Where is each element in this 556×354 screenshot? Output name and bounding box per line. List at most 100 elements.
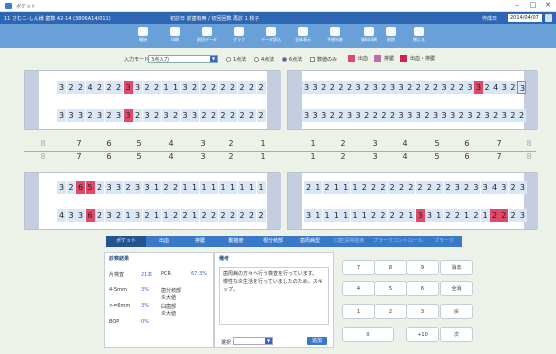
keypad-key-12[interactable]: 0 <box>342 327 394 342</box>
keypad-key-8[interactable]: 1 <box>342 304 375 319</box>
tab-2[interactable]: 排膿 <box>182 236 218 247</box>
radio-6pt[interactable]: 6点法 <box>282 56 302 63</box>
pocket-depth-cell[interactable]: 2 <box>387 209 397 222</box>
pocket-depth-cell[interactable]: 3 <box>142 109 152 122</box>
toolbar-button-4[interactable]: データ読込 <box>256 26 286 46</box>
toolbar-button-1[interactable]: 印刷 <box>160 26 190 46</box>
pocket-depth-cell[interactable]: 2 <box>180 209 190 222</box>
pocket-depth-cell[interactable]: 3 <box>190 109 199 122</box>
pocket-depth-cell[interactable]: 2 <box>247 209 256 222</box>
pocket-depth-cell[interactable]: 2 <box>397 209 406 222</box>
pocket-depth-cell[interactable]: 2 <box>228 109 237 122</box>
pocket-depth-cell[interactable]: 2 <box>171 181 180 194</box>
pocket-depth-cell[interactable]: 2 <box>490 209 499 222</box>
pocket-depth-cell[interactable]: 2 <box>378 209 388 222</box>
maximize-button[interactable]: □ <box>526 1 540 9</box>
pocket-depth-cell[interactable]: 2 <box>114 81 123 94</box>
pocket-depth-cell[interactable]: 2 <box>209 209 218 222</box>
pocket-depth-cell[interactable]: 2 <box>369 209 379 222</box>
pocket-depth-cell[interactable]: 3 <box>76 109 85 122</box>
pocket-depth-cell[interactable]: 2 <box>256 209 266 222</box>
pocket-depth-cell[interactable]: 1 <box>256 181 266 194</box>
pocket-depth-cell[interactable]: 3 <box>424 209 434 222</box>
pocket-depth-cell[interactable]: 2 <box>359 181 369 194</box>
pocket-depth-cell[interactable]: 2 <box>304 181 313 194</box>
pocket-depth-cell[interactable]: 1 <box>341 181 351 194</box>
keypad-key-2[interactable]: 9 <box>406 260 439 275</box>
pocket-depth-cell[interactable]: 3 <box>76 209 85 222</box>
toolbar-button-3[interactable]: グラフ <box>224 26 254 46</box>
pocket-depth-cell[interactable]: 1 <box>190 209 199 222</box>
pocket-depth-cell[interactable]: 2 <box>142 81 152 94</box>
preset-select[interactable]: ▼ <box>233 337 273 345</box>
pocket-depth-cell[interactable]: 3 <box>304 209 313 222</box>
pocket-depth-cell[interactable]: 2 <box>397 181 406 194</box>
keypad-key-1[interactable]: 8 <box>374 260 407 275</box>
pocket-depth-cell[interactable]: 3 <box>180 81 190 94</box>
add-note-button[interactable]: 追加 <box>307 337 327 345</box>
pocket-depth-cell[interactable]: 2 <box>247 81 256 94</box>
pocket-depth-cell[interactable]: 2 <box>517 109 526 122</box>
pocket-depth-cell[interactable]: 2 <box>406 181 416 194</box>
pocket-depth-cell[interactable]: 6 <box>76 181 85 194</box>
pocket-depth-cell[interactable]: 3 <box>161 109 171 122</box>
pocket-depth-cell[interactable]: 2 <box>171 209 180 222</box>
pocket-depth-cell[interactable]: 3 <box>123 81 133 94</box>
pocket-depth-cell[interactable]: 1 <box>331 181 341 194</box>
pocket-depth-cell[interactable]: 2 <box>95 209 104 222</box>
pocket-depth-cell[interactable]: 2 <box>114 209 123 222</box>
keypad-key-4[interactable]: 4 <box>342 281 375 296</box>
tab-4[interactable]: 根分岐部 <box>254 236 292 247</box>
pocket-depth-cell[interactable]: 2 <box>66 181 76 194</box>
pocket-depth-cell[interactable]: 2 <box>218 109 228 122</box>
pocket-depth-cell[interactable]: 2 <box>152 81 161 94</box>
calendar-icon[interactable] <box>545 14 552 22</box>
pocket-depth-cell[interactable]: 2 <box>256 81 266 94</box>
keypad-key-10[interactable]: 3 <box>406 304 439 319</box>
tab-1[interactable]: 出血 <box>146 236 182 247</box>
pocket-depth-cell[interactable]: 2 <box>218 209 228 222</box>
pocket-depth-cell[interactable]: 3 <box>480 181 490 194</box>
pocket-depth-cell[interactable]: 3 <box>57 181 66 194</box>
minimize-button[interactable]: – <box>510 1 524 9</box>
pocket-depth-cell[interactable]: 4 <box>85 81 95 94</box>
pocket-depth-cell[interactable]: 6 <box>85 209 95 222</box>
pocket-depth-cell[interactable]: 2 <box>190 81 199 94</box>
keypad-key-6[interactable]: 6 <box>406 281 439 296</box>
pocket-depth-cell[interactable]: 2 <box>508 181 518 194</box>
pocket-depth-cell[interactable]: 2 <box>123 181 133 194</box>
pocket-depth-cell[interactable]: 3 <box>517 181 527 194</box>
pocket-depth-cell[interactable]: 2 <box>199 109 209 122</box>
pocket-depth-cell[interactable]: 2 <box>218 81 228 94</box>
pocket-depth-cell[interactable]: 2 <box>471 209 481 222</box>
tab-7[interactable]: プラークコントロール <box>370 236 426 247</box>
toolbar-button-9[interactable]: 閉じる <box>404 26 434 46</box>
pocket-depth-cell[interactable]: 1 <box>237 181 247 194</box>
pocket-depth-cell[interactable]: 1 <box>161 209 171 222</box>
pocket-depth-cell[interactable]: 2 <box>228 209 237 222</box>
pocket-depth-cell[interactable]: 2 <box>322 181 332 194</box>
pocket-depth-cell[interactable]: 2 <box>152 109 161 122</box>
pocket-depth-cell[interactable]: 1 <box>161 81 171 94</box>
toolbar-button-8[interactable]: 削除 <box>376 26 406 46</box>
pocket-depth-cell[interactable]: 2 <box>424 181 434 194</box>
keypad-key-0[interactable]: 7 <box>342 260 375 275</box>
pocket-depth-cell[interactable]: 1 <box>322 209 332 222</box>
pocket-depth-cell[interactable]: 3 <box>66 109 76 122</box>
pocket-depth-cell[interactable]: 3 <box>133 181 142 194</box>
pocket-depth-cell[interactable]: 3 <box>104 181 114 194</box>
pocket-depth-cell[interactable]: 2 <box>228 81 237 94</box>
pocket-depth-cell[interactable]: 3 <box>57 81 66 94</box>
pocket-depth-cell[interactable]: 2 <box>161 181 171 194</box>
pocket-depth-cell[interactable]: 2 <box>378 181 388 194</box>
pocket-depth-cell[interactable]: 1 <box>218 181 228 194</box>
pocket-depth-cell[interactable]: 2 <box>499 209 509 222</box>
pocket-depth-cell[interactable]: 3 <box>114 109 123 122</box>
pocket-depth-cell[interactable]: 2 <box>104 81 114 94</box>
pocket-depth-cell[interactable]: 1 <box>331 209 341 222</box>
pocket-depth-cell[interactable]: 1 <box>350 209 360 222</box>
pocket-depth-cell[interactable]: 3 <box>104 209 114 222</box>
pocket-depth-cell[interactable]: 3 <box>517 81 526 94</box>
pocket-depth-cell[interactable]: 1 <box>228 181 237 194</box>
keypad-key-14[interactable]: 次 <box>440 327 473 342</box>
